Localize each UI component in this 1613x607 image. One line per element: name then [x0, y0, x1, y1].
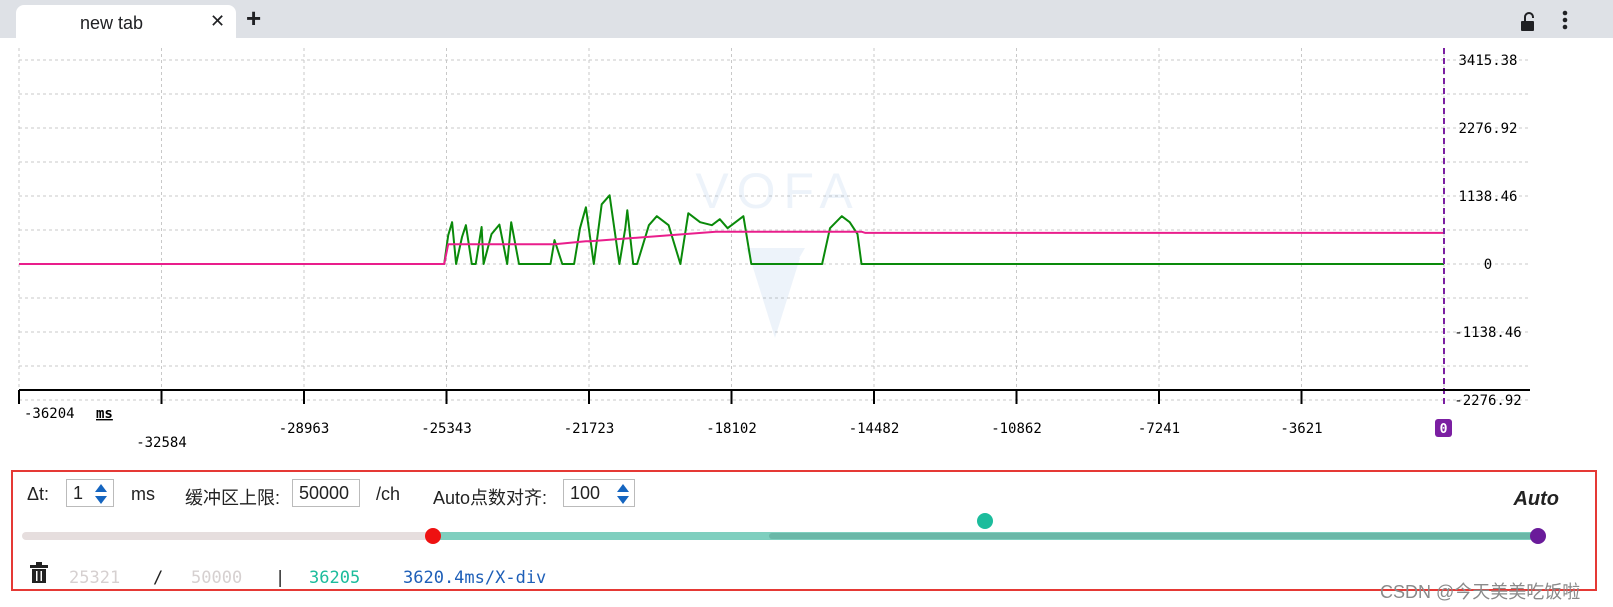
dt-value: 1 — [73, 483, 84, 503]
x-tick-label: -25343 — [421, 421, 472, 437]
spin-arrows-icon[interactable] — [616, 483, 630, 505]
status-divider: | — [275, 568, 286, 588]
waveform-plot[interactable]: VOFA -36204 -32584 -28963 -25343 -21723 -1810… — [0, 38, 1613, 468]
tab-title: new tab — [80, 13, 144, 33]
browser-tab-bar: new tab ✕ + — [0, 0, 1613, 38]
status-buffered-count: 25321 — [69, 568, 121, 588]
dt-unit: ms — [131, 484, 155, 504]
tab-new-tab[interactable]: new tab ✕ — [16, 5, 236, 38]
y-tick-label: 3415.38 — [1458, 53, 1517, 69]
x-tick-label: -7241 — [1138, 421, 1180, 437]
x-unit-label: ms — [96, 406, 113, 422]
buffer-unit: /ch — [376, 484, 401, 504]
auto-align-value: 100 — [570, 483, 601, 503]
range-center-handle[interactable] — [977, 513, 993, 529]
range-slider-fill-window — [769, 533, 1536, 539]
range-end-handle[interactable] — [1530, 528, 1546, 544]
dt-spinbox[interactable]: 1 — [66, 479, 114, 507]
vofa-watermark-text: VOFA — [695, 163, 860, 219]
buffer-limit-input[interactable]: 50000 — [292, 479, 360, 507]
unlock-icon[interactable] — [1520, 12, 1538, 32]
status-buffer-limit: 50000 — [191, 568, 243, 588]
x-tick-label: -10862 — [991, 421, 1042, 437]
y-tick-label: -2276.92 — [1454, 393, 1521, 409]
buffer-limit-label: 缓冲区上限: — [185, 488, 281, 508]
plus-icon[interactable]: + — [246, 4, 261, 32]
more-vert-icon[interactable] — [1562, 10, 1568, 30]
cursor-badge-label: 0 — [1440, 422, 1448, 437]
auto-align-label: Auto点数对齐: — [433, 488, 548, 508]
auto-mode-toggle[interactable]: Auto — [1513, 488, 1559, 511]
vofa-logo: VOFA — [695, 163, 860, 338]
y-tick-label: 2276.92 — [1458, 121, 1517, 137]
x-tick-label: -28963 — [279, 421, 330, 437]
status-separator: / — [153, 568, 164, 588]
x-tick-label: -32584 — [136, 435, 187, 451]
close-icon[interactable]: ✕ — [210, 11, 225, 32]
spin-arrows-icon[interactable] — [94, 483, 108, 505]
x-tick-label: -3621 — [1280, 421, 1322, 437]
dt-label: Δt: — [27, 484, 50, 504]
status-x-division: 3620.4ms/X-div — [403, 568, 547, 588]
x-tick-label: -18102 — [706, 421, 757, 437]
csdn-watermark: CSDN @今天美美吃饭啦 — [1380, 582, 1581, 602]
x-axis-ticks — [18, 390, 1303, 404]
range-start-handle[interactable] — [425, 528, 441, 544]
y-tick-label: 1138.46 — [1458, 189, 1517, 205]
y-tick-label: 0 — [1484, 257, 1492, 273]
x-axis-labels: -36204 -32584 -28963 -25343 -21723 -18102 -144… — [24, 406, 1323, 451]
control-panel: Δt: 1 ms 缓冲区上限: 50000 /ch Auto点数对齐: 100 … — [11, 470, 1597, 591]
trash-icon[interactable] — [29, 562, 49, 584]
y-tick-label: -1138.46 — [1454, 325, 1521, 341]
status-point-count: 36205 — [309, 568, 361, 588]
y-axis-labels: 3415.38 2276.92 1138.46 0 -1138.46 -2276.92 — [1454, 53, 1521, 409]
x-tick-label: -21723 — [564, 421, 615, 437]
buffer-limit-value: 50000 — [299, 483, 350, 503]
plot-grid — [18, 48, 1530, 401]
auto-align-spinbox[interactable]: 100 — [563, 479, 635, 507]
x-tick-label: -14482 — [849, 421, 900, 437]
x-tick-label: -36204 — [24, 406, 75, 422]
